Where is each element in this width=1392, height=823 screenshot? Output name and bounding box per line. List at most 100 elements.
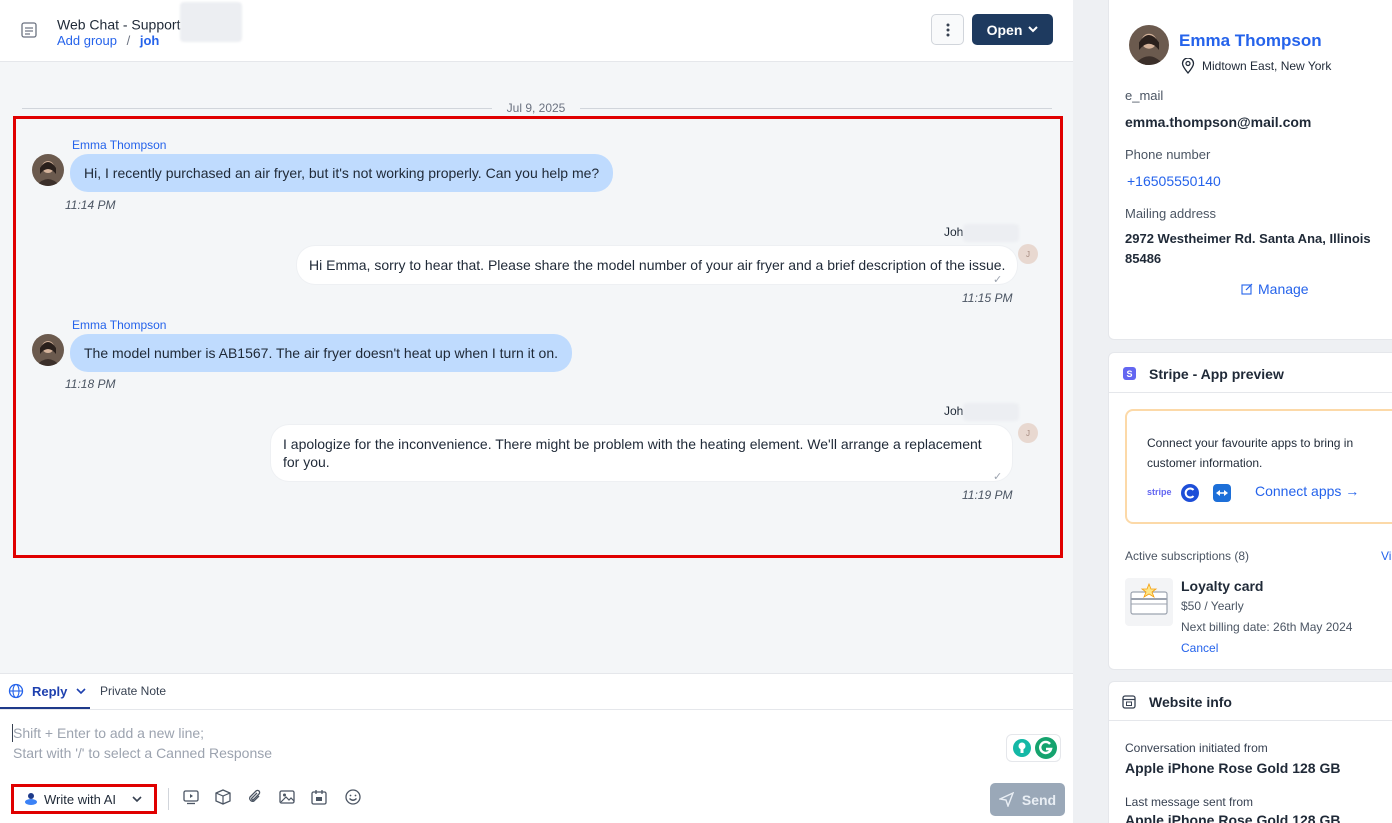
message-input-placeholder[interactable]: Shift + Enter to add a new line; (13, 725, 204, 741)
cancel-subscription-link[interactable]: Cancel (1181, 641, 1218, 655)
location-pin-icon (1181, 58, 1195, 74)
stripe-card: S Stripe - App preview Connect your favo… (1108, 352, 1392, 670)
tab-reply-label: Reply (32, 683, 68, 699)
redacted-text (963, 403, 1020, 421)
view-all-link[interactable]: Vi (1381, 549, 1391, 563)
edit-icon (1241, 283, 1253, 295)
address-label: Mailing address (1125, 206, 1217, 221)
connect-apps-text: Connect your favourite apps to bring in … (1147, 436, 1354, 470)
credit-card-icon (1130, 582, 1168, 615)
last-message-value: Apple iPhone Rose Gold 128 GB (1125, 812, 1341, 823)
loyalty-card-image (1125, 578, 1173, 626)
conversation-icon (21, 22, 37, 38)
email-value[interactable]: emma.thompson@mail.com (1125, 114, 1311, 130)
agent-avatar: J (1018, 244, 1038, 264)
manage-link[interactable]: Manage (1241, 281, 1309, 297)
address-line-2: 85486 (1125, 251, 1162, 266)
send-icon (998, 792, 1014, 807)
kebab-icon (946, 23, 949, 36)
composer-tabs: Reply Private Note (0, 674, 1073, 710)
loyalty-card-price: $50 / Yearly (1181, 599, 1244, 613)
agent-avatar: J (1018, 423, 1038, 443)
agent-name-text: Joh (944, 404, 964, 419)
website-info-title: Website info (1149, 694, 1232, 710)
write-with-ai-label: Write with AI (44, 791, 117, 807)
conversation-title-text: Web Chat - Support (57, 16, 181, 33)
knowledge-base-icon[interactable] (214, 788, 232, 806)
image-icon[interactable] (278, 788, 296, 806)
message-time: 11:18 PM (65, 377, 116, 391)
contact-name[interactable]: Emma Thompson (1179, 31, 1322, 51)
chat-header: Web Chat - Support Add group / joh Open (0, 0, 1073, 62)
next-billing-date: Next billing date: 26th May 2024 (1181, 620, 1353, 634)
read-check-icon: ✓ (993, 274, 1003, 286)
attachment-icon[interactable] (246, 788, 264, 806)
app-c-icon (1181, 484, 1199, 502)
ai-sparkle-icon (25, 793, 37, 805)
date-label: Jul 9, 2025 (492, 101, 580, 115)
status-dropdown-button[interactable]: Open (972, 14, 1053, 45)
contact-card: Emma Thompson Midtown East, New York e_m… (1108, 0, 1392, 340)
initiated-from-value: Apple iPhone Rose Gold 128 GB (1125, 760, 1341, 776)
status-label: Open (986, 21, 1023, 38)
schedule-icon[interactable] (310, 788, 328, 806)
connect-apps-link[interactable]: Connect apps → (1255, 483, 1359, 499)
read-check-icon: ✓ (993, 471, 1003, 483)
subscriptions-label: Active subscriptions (8) (1125, 549, 1250, 563)
manage-label: Manage (1258, 281, 1309, 297)
section-divider (1109, 720, 1392, 721)
section-divider (1109, 392, 1392, 393)
message-input-placeholder-hint[interactable]: Start with '/' to select a Canned Respon… (13, 745, 272, 761)
address-line-1: 2972 Westheimer Rd. Santa Ana, Illinois (1125, 231, 1371, 246)
stripe-title: Stripe - App preview (1149, 366, 1284, 382)
stripe-wordmark: stripe (1147, 487, 1172, 497)
more-options-button[interactable] (931, 14, 964, 45)
chevron-down-icon (1028, 26, 1039, 33)
initiated-from-label: Conversation initiated from (1125, 741, 1268, 755)
tab-private-note[interactable]: Private Note (100, 684, 166, 698)
toolbar-divider (168, 788, 169, 810)
message-bubble: Hi Emma, sorry to hear that. Please shar… (297, 246, 1018, 284)
contact-location: Midtown East, New York (1202, 59, 1332, 73)
browser-icon (1122, 695, 1136, 709)
breadcrumb: Add group / joh (57, 33, 159, 48)
customer-avatar (32, 334, 64, 366)
lightbulb-icon[interactable] (1012, 738, 1032, 758)
message-sender: Emma Thompson (72, 318, 167, 332)
stripe-logo-icon: S (1123, 367, 1136, 380)
send-button[interactable]: Send (990, 783, 1065, 816)
last-message-label: Last message sent from (1125, 795, 1254, 809)
email-label: e_mail (1125, 88, 1164, 103)
agent-name: Joh (944, 224, 1020, 242)
contact-avatar (1129, 25, 1169, 65)
message-time: 11:14 PM (65, 198, 116, 212)
loyalty-card-title: Loyalty card (1181, 578, 1264, 594)
phone-value[interactable]: +16505550140 (1127, 173, 1221, 189)
details-sidebar: Emma Thompson Midtown East, New York e_m… (1084, 0, 1392, 823)
message-time: 11:19 PM (962, 488, 1013, 502)
write-with-ai-button[interactable]: Write with AI (11, 784, 157, 814)
message-bubble: I apologize for the inconvenience. There… (271, 425, 1012, 481)
message-bubble: Hi, I recently purchased an air fryer, b… (70, 154, 614, 192)
assistant-extensions (1006, 734, 1061, 762)
connect-apps-box: Connect your favourite apps to bring in … (1125, 409, 1392, 524)
reply-composer: Reply Private Note Shift + Enter to add … (0, 673, 1073, 823)
agent-name-text: Joh (944, 225, 964, 240)
canned-response-icon[interactable] (182, 788, 200, 806)
redacted-text (963, 224, 1020, 242)
globe-icon (8, 683, 24, 699)
chevron-down-icon (132, 795, 142, 802)
assigned-agent-link[interactable]: joh (140, 33, 160, 48)
message-bubble: The model number is AB1567. The air frye… (70, 334, 573, 372)
redacted-text (180, 2, 243, 42)
tab-reply[interactable]: Reply (8, 683, 86, 699)
active-tab-indicator (0, 707, 90, 709)
breadcrumb-separator: / (126, 33, 131, 48)
grammarly-icon[interactable] (1034, 736, 1058, 760)
add-group-link[interactable]: Add group (57, 33, 117, 48)
customer-avatar (32, 154, 64, 186)
emoji-icon[interactable] (344, 788, 362, 806)
agent-name: Joh (944, 403, 1020, 421)
app-teamviewer-icon (1213, 484, 1231, 502)
phone-label: Phone number (1125, 147, 1211, 162)
